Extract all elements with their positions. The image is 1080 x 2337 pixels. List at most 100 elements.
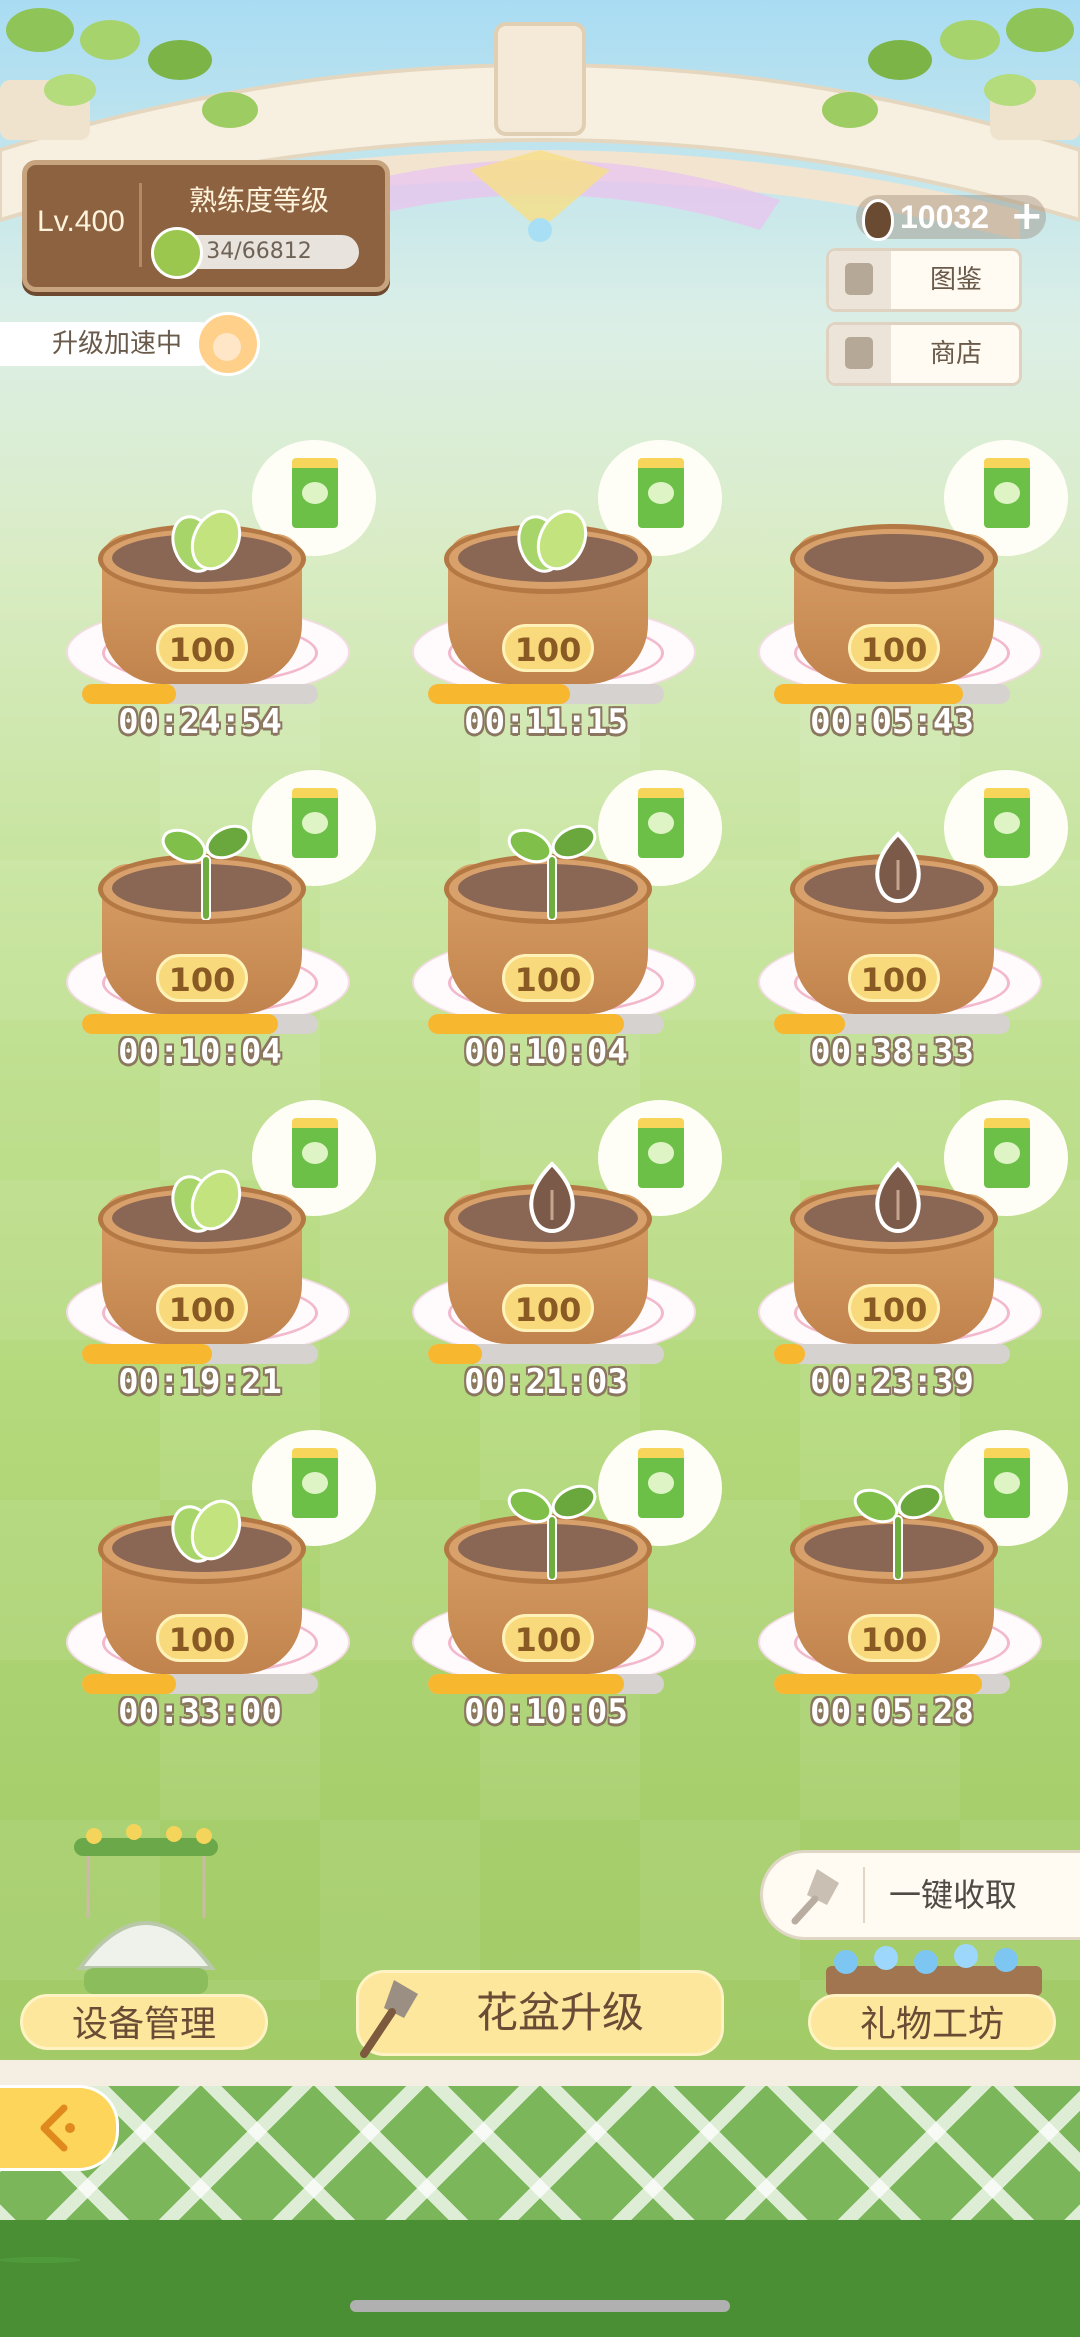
growth-timer: 00:10:04	[118, 1032, 282, 1072]
seed-bag-icon	[292, 458, 338, 528]
pot-level-badge: 100	[848, 954, 940, 1002]
back-arrow-icon	[40, 2104, 75, 2152]
currency-amount: 10032	[900, 199, 989, 235]
seed-plant-icon	[529, 1161, 575, 1233]
seed-bag-icon	[984, 458, 1030, 528]
growth-progress-fill	[774, 684, 963, 704]
growth-progress-fill	[82, 684, 177, 704]
seed-plant-icon	[875, 831, 921, 903]
vine-leaves-left	[6, 8, 258, 128]
sprout-plant-icon	[507, 1484, 597, 1580]
encyclopedia-button[interactable]: 图鉴	[826, 248, 1022, 312]
growth-timer: 00:19:21	[118, 1362, 282, 1402]
growth-progress-bar	[774, 1344, 1010, 1364]
leaf-plant-icon	[171, 1169, 242, 1233]
growth-timer: 00:10:05	[464, 1692, 628, 1732]
hedge-bushes	[0, 2220, 1080, 2337]
gift-workshop-button[interactable]: 礼物工坊	[808, 1994, 1056, 2050]
book-icon	[829, 251, 891, 309]
growth-progress-bar	[774, 684, 1010, 704]
flower-pot[interactable]: 100 00:23:39	[754, 1100, 1068, 1436]
growth-timer: 00:21:03	[464, 1362, 628, 1402]
growth-progress-fill	[428, 1344, 483, 1364]
shovel-icon	[791, 1869, 839, 1925]
growth-progress-bar	[428, 1014, 664, 1034]
leaf-plant-icon	[171, 509, 242, 573]
fence-rail	[0, 2060, 1080, 2086]
pot-level-badge: 100	[848, 1284, 940, 1332]
flower-pot[interactable]: 100 00:10:04	[62, 770, 376, 1106]
flower-pot[interactable]: 100 00:21:03	[408, 1100, 722, 1436]
growth-progress-bar	[82, 684, 318, 704]
seed-bag-icon	[984, 788, 1030, 858]
seed-bag-icon	[638, 1118, 684, 1188]
growth-progress-bar	[774, 1014, 1010, 1034]
seed-bag-icon	[292, 1118, 338, 1188]
seed-bag-icon	[984, 1448, 1030, 1518]
flower-pot[interactable]: 100 00:33:00	[62, 1430, 376, 1766]
shop-icon	[829, 325, 891, 383]
level-text: Lv.400	[37, 205, 125, 238]
proficiency-level-panel[interactable]: Lv.400 熟练度等级 34/66812	[22, 160, 390, 292]
pot-level-badge: 100	[502, 1284, 594, 1332]
flower-pot[interactable]: 100 00:05:43	[754, 440, 1068, 776]
home-indicator	[350, 2300, 730, 2312]
growth-timer: 00:11:15	[464, 702, 628, 742]
flower-pot[interactable]: 100 00:10:05	[408, 1430, 722, 1766]
seed-currency: 10032 +	[856, 193, 1046, 241]
growth-progress-bar	[82, 1674, 318, 1694]
vine-leaves-right	[822, 8, 1074, 128]
shop-button[interactable]: 商店	[826, 322, 1022, 386]
seed-bag-icon	[984, 1118, 1030, 1188]
pot-level-badge: 100	[502, 1614, 594, 1662]
collect-all-button[interactable]: 一键收取	[760, 1850, 1080, 1940]
growth-timer: 00:38:33	[810, 1032, 974, 1072]
pot-level-badge: 100	[156, 954, 248, 1002]
flower-pot[interactable]: 100 00:38:33	[754, 770, 1068, 1106]
flower-pot[interactable]: 100 00:10:04	[408, 770, 722, 1106]
growth-progress-fill	[82, 1674, 177, 1694]
seed-plant-icon	[875, 1161, 921, 1233]
seed-bag-icon	[292, 788, 338, 858]
growth-timer: 00:23:39	[810, 1362, 974, 1402]
seed-icon	[862, 199, 894, 241]
growth-timer: 00:33:00	[118, 1692, 282, 1732]
flower-pot[interactable]: 100 00:24:54	[62, 440, 376, 776]
growth-progress-bar	[428, 1674, 664, 1694]
upgrade-boost-banner[interactable]: 升级加速中	[0, 322, 220, 366]
divider	[139, 183, 142, 267]
growth-timer: 00:24:54	[118, 702, 282, 742]
sprout-plant-icon	[853, 1484, 943, 1580]
proficiency-title: 熟练度等级	[188, 184, 329, 217]
flower-pot[interactable]: 100 00:11:15	[408, 440, 722, 776]
growth-progress-fill	[82, 1014, 278, 1034]
add-currency-button[interactable]: +	[1010, 193, 1044, 239]
shop-label: 商店	[929, 339, 982, 369]
flower-planter-icon	[826, 1944, 1042, 1996]
growth-timer: 00:05:28	[810, 1692, 974, 1732]
leaf-plant-icon	[171, 1499, 242, 1563]
leaf-plant-icon	[517, 509, 588, 573]
growth-progress-fill	[774, 1674, 982, 1694]
sprout-plant-icon	[161, 824, 251, 920]
growth-progress-fill	[774, 1344, 805, 1364]
growth-progress-fill	[428, 1014, 624, 1034]
collect-all-label: 一键收取	[889, 1876, 1018, 1914]
growth-progress-bar	[82, 1014, 318, 1034]
flower-pot[interactable]: 100 00:19:21	[62, 1100, 376, 1436]
growth-progress-fill	[774, 1014, 845, 1034]
pot-level-badge: 100	[848, 624, 940, 672]
growth-progress-bar	[774, 1674, 1010, 1694]
seed-bag-icon	[638, 458, 684, 528]
flower-pot[interactable]: 100 00:05:28	[754, 1430, 1068, 1766]
growth-timer: 00:10:04	[464, 1032, 628, 1072]
pot-level-badge: 100	[156, 624, 248, 672]
sprout-plant-icon	[507, 824, 597, 920]
growth-progress-bar	[428, 1344, 664, 1364]
seed-bag-icon	[292, 1448, 338, 1518]
growth-progress-bar	[82, 1344, 318, 1364]
divider	[863, 1867, 865, 1923]
device-management-button[interactable]: 设备管理	[20, 1994, 268, 2050]
pot-level-badge: 100	[502, 954, 594, 1002]
back-button[interactable]	[0, 2085, 119, 2171]
